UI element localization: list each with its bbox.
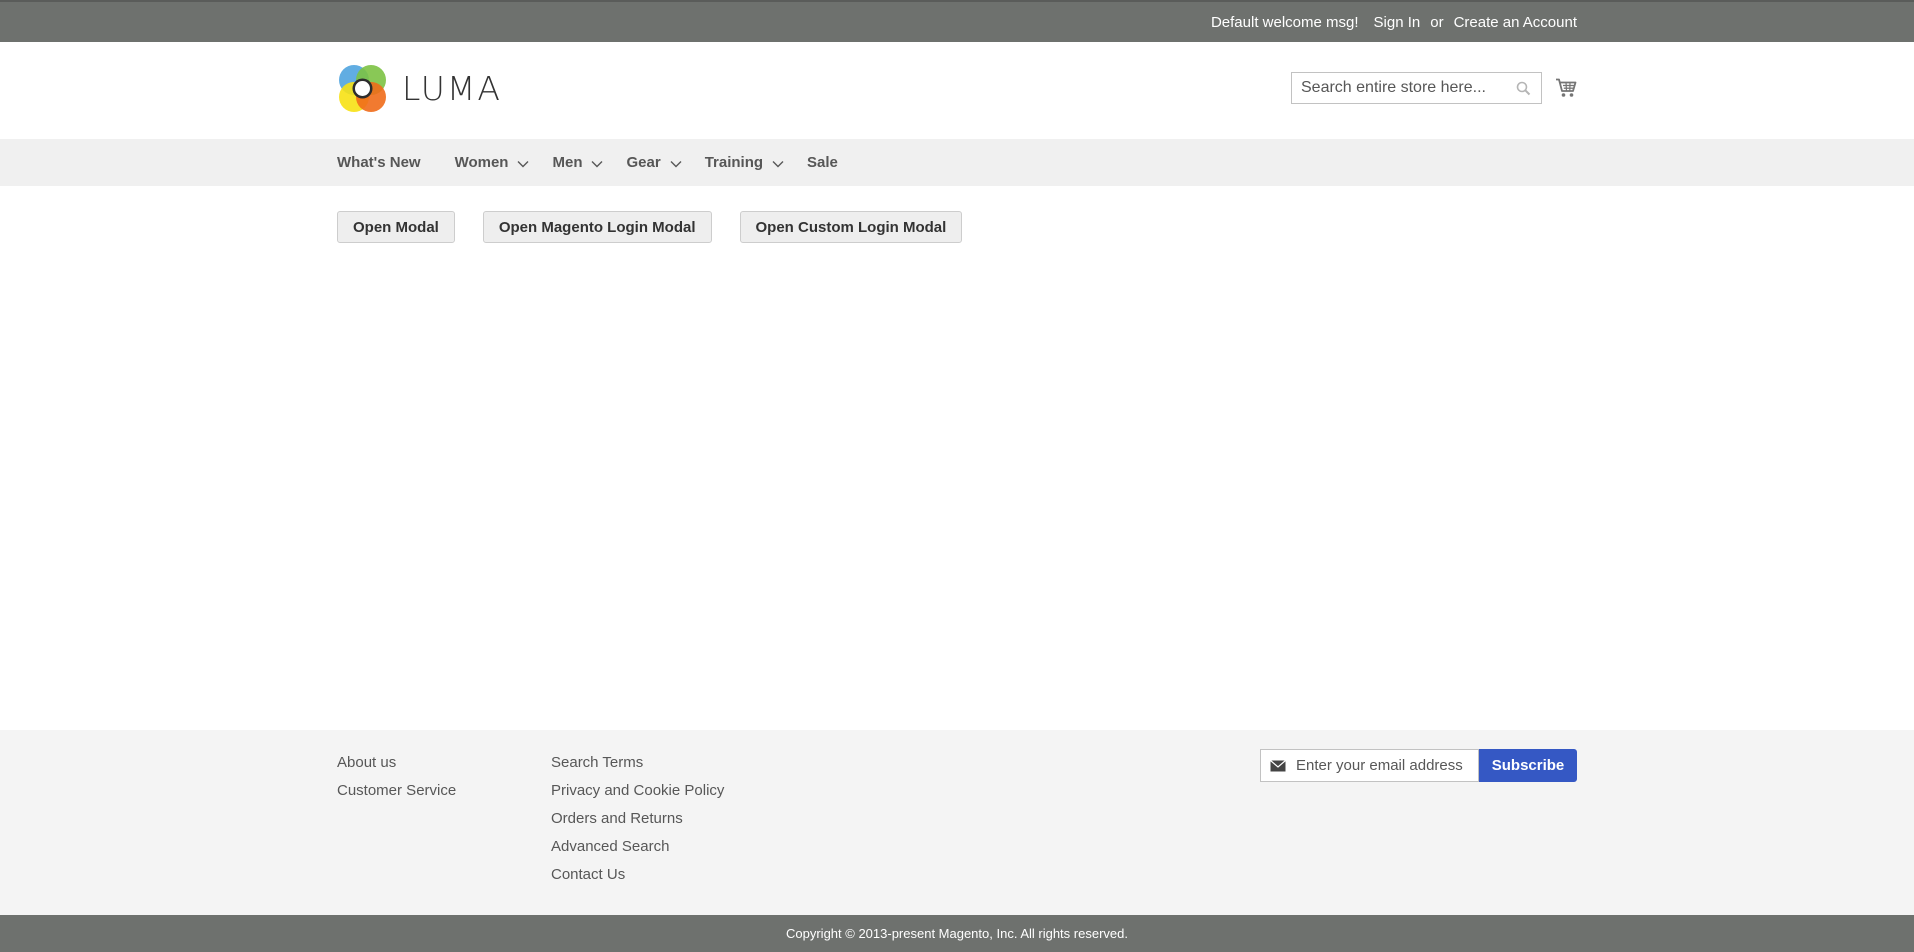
- open-custom-login-modal-button[interactable]: Open Custom Login Modal: [739, 211, 963, 243]
- main-content: Open Modal Open Magento Login Modal Open…: [0, 186, 1914, 243]
- chevron-down-icon: [772, 155, 784, 172]
- footer-links-column-1: About us Customer Service: [337, 749, 456, 805]
- footer-links-column-2: Search Terms Privacy and Cookie Policy O…: [551, 749, 724, 889]
- header: LUMA: [0, 42, 1914, 139]
- nav-item-label: Training: [704, 154, 764, 171]
- subscribe-button[interactable]: Subscribe: [1479, 749, 1577, 782]
- footer-link-privacy-policy[interactable]: Privacy and Cookie Policy: [551, 777, 724, 805]
- nav-item-gear[interactable]: Gear: [626, 153, 682, 172]
- create-account-link[interactable]: Create an Account: [1454, 14, 1577, 31]
- or-separator: or: [1430, 13, 1444, 31]
- search-box: [1291, 72, 1542, 104]
- chevron-down-icon: [517, 155, 529, 172]
- footer-link-customer-service[interactable]: Customer Service: [337, 777, 456, 805]
- nav-item-label: Sale: [807, 154, 838, 171]
- footer-link-search-terms[interactable]: Search Terms: [551, 749, 724, 777]
- open-modal-button[interactable]: Open Modal: [337, 211, 455, 243]
- nav-item-training[interactable]: Training: [705, 153, 784, 172]
- nav-item-sale[interactable]: Sale: [807, 154, 838, 171]
- newsletter-field: [1260, 749, 1479, 782]
- top-panel: Default welcome msg! Sign In or Create a…: [0, 0, 1914, 42]
- logo-link[interactable]: LUMA: [337, 63, 502, 114]
- copyright: Copyright © 2013-present Magento, Inc. A…: [0, 915, 1914, 952]
- newsletter-form: Subscribe: [1260, 749, 1577, 782]
- footer: About us Customer Service Search Terms P…: [0, 730, 1914, 915]
- logo-text: LUMA: [402, 69, 502, 108]
- nav-item-label: Women: [454, 154, 509, 171]
- search-icon[interactable]: [1516, 81, 1531, 101]
- footer-link-contact-us[interactable]: Contact Us: [551, 861, 724, 889]
- nav-item-men[interactable]: Men: [552, 153, 603, 172]
- main-navigation: What's New Women Men Gear Training Sale: [0, 139, 1914, 186]
- email-input[interactable]: [1286, 750, 1466, 781]
- sign-in-link[interactable]: Sign In: [1374, 14, 1421, 31]
- chevron-down-icon: [591, 155, 603, 172]
- cart-icon[interactable]: [1555, 78, 1577, 103]
- search-input[interactable]: [1292, 73, 1502, 103]
- nav-item-label: What's New: [337, 154, 421, 171]
- nav-item-label: Gear: [626, 154, 661, 171]
- footer-link-advanced-search[interactable]: Advanced Search: [551, 833, 724, 861]
- chevron-down-icon: [670, 155, 682, 172]
- footer-link-about-us[interactable]: About us: [337, 749, 456, 777]
- footer-link-orders-returns[interactable]: Orders and Returns: [551, 805, 724, 833]
- envelope-icon: [1270, 759, 1286, 772]
- nav-item-whats-new[interactable]: What's New: [337, 154, 421, 171]
- welcome-message: Default welcome msg!: [1210, 13, 1359, 31]
- nav-item-women[interactable]: Women: [455, 153, 530, 172]
- nav-item-label: Men: [552, 154, 583, 171]
- open-magento-login-modal-button[interactable]: Open Magento Login Modal: [482, 211, 712, 243]
- luma-logo-icon: [339, 65, 386, 112]
